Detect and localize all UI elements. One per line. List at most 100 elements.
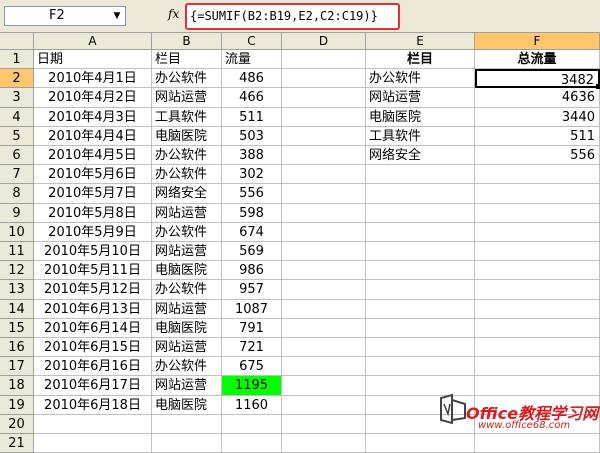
cell-a14[interactable]: 2010年6月13日	[34, 299, 152, 319]
column-header-e[interactable]: E	[366, 33, 475, 50]
cell-a4[interactable]: 2010年4月3日	[34, 107, 152, 127]
cell-b15[interactable]: 电脑医院	[152, 318, 222, 338]
row-header-1[interactable]: 1	[0, 50, 34, 70]
cell-a12[interactable]: 2010年5月11日	[34, 261, 152, 281]
cell-c11[interactable]: 569	[222, 242, 282, 262]
cell-b8[interactable]: 网络安全	[152, 184, 222, 204]
cell-e2[interactable]: 办公软件	[366, 69, 475, 89]
cell-f15[interactable]	[475, 318, 600, 338]
row-header-17[interactable]: 17	[0, 357, 34, 377]
cell-b20[interactable]	[152, 414, 222, 434]
select-all-corner[interactable]	[0, 33, 34, 50]
cell-d19[interactable]	[282, 395, 366, 415]
cell-b6[interactable]: 办公软件	[152, 146, 222, 166]
cell-f7[interactable]	[475, 165, 600, 185]
cell-c15[interactable]: 791	[222, 318, 282, 338]
cell-c14[interactable]: 1087	[222, 299, 282, 319]
cell-b19[interactable]: 电脑医院	[152, 395, 222, 415]
cell-d5[interactable]	[282, 126, 366, 146]
cell-c5[interactable]: 503	[222, 126, 282, 146]
cell-e10[interactable]	[366, 222, 475, 242]
cell-e9[interactable]	[366, 203, 475, 223]
cell-c6[interactable]: 388	[222, 146, 282, 166]
cell-e4[interactable]: 电脑医院	[366, 107, 475, 127]
cell-c8[interactable]: 556	[222, 184, 282, 204]
cell-c18[interactable]: 1195	[222, 376, 282, 396]
cell-d17[interactable]	[282, 357, 366, 377]
cell-b11[interactable]: 网站运营	[152, 242, 222, 262]
cell-e12[interactable]	[366, 261, 475, 281]
cell-f16[interactable]	[475, 338, 600, 358]
row-header-21[interactable]: 21	[0, 434, 34, 453]
cell-c21[interactable]	[222, 434, 282, 453]
cell-a10[interactable]: 2010年5月9日	[34, 222, 152, 242]
cell-d21[interactable]	[282, 434, 366, 453]
cell-f12[interactable]	[475, 261, 600, 281]
cell-a3[interactable]: 2010年4月2日	[34, 88, 152, 108]
cell-c7[interactable]: 302	[222, 165, 282, 185]
cell-d11[interactable]	[282, 242, 366, 262]
cell-c19[interactable]: 1160	[222, 395, 282, 415]
cell-a19[interactable]: 2010年6月18日	[34, 395, 152, 415]
cell-f3[interactable]: 4636	[475, 88, 600, 108]
cell-c9[interactable]: 598	[222, 203, 282, 223]
cell-f1[interactable]: 总流量	[475, 50, 600, 70]
cell-f21[interactable]	[475, 434, 600, 453]
cell-b14[interactable]: 网站运营	[152, 299, 222, 319]
row-header-12[interactable]: 12	[0, 261, 34, 281]
cell-f14[interactable]	[475, 299, 600, 319]
cell-e15[interactable]	[366, 318, 475, 338]
row-header-13[interactable]: 13	[0, 280, 34, 300]
cell-f4[interactable]: 3440	[475, 107, 600, 127]
cell-f10[interactable]	[475, 222, 600, 242]
cell-b12[interactable]: 电脑医院	[152, 261, 222, 281]
cell-a1[interactable]: 日期	[34, 50, 152, 70]
row-header-9[interactable]: 9	[0, 203, 34, 223]
cell-d10[interactable]	[282, 222, 366, 242]
cell-e14[interactable]	[366, 299, 475, 319]
cell-a9[interactable]: 2010年5月8日	[34, 203, 152, 223]
cell-a15[interactable]: 2010年6月14日	[34, 318, 152, 338]
cell-e16[interactable]	[366, 338, 475, 358]
chevron-down-icon[interactable]: ▼	[111, 9, 123, 23]
column-header-a[interactable]: A	[34, 33, 152, 50]
cell-a20[interactable]	[34, 414, 152, 434]
cell-c2[interactable]: 486	[222, 69, 282, 89]
cell-c12[interactable]: 986	[222, 261, 282, 281]
cell-b9[interactable]: 网站运营	[152, 203, 222, 223]
row-header-18[interactable]: 18	[0, 376, 34, 396]
row-header-7[interactable]: 7	[0, 165, 34, 185]
cell-b4[interactable]: 工具软件	[152, 107, 222, 127]
cell-d8[interactable]	[282, 184, 366, 204]
row-header-5[interactable]: 5	[0, 126, 34, 146]
cell-c16[interactable]: 721	[222, 338, 282, 358]
row-header-14[interactable]: 14	[0, 299, 34, 319]
cell-a2[interactable]: 2010年4月1日	[34, 69, 152, 89]
cell-b1[interactable]: 栏目	[152, 50, 222, 70]
cell-f9[interactable]	[475, 203, 600, 223]
cell-b21[interactable]	[152, 434, 222, 453]
row-header-8[interactable]: 8	[0, 184, 34, 204]
row-header-6[interactable]: 6	[0, 146, 34, 166]
row-header-15[interactable]: 15	[0, 318, 34, 338]
cell-f6[interactable]: 556	[475, 146, 600, 166]
cell-b2[interactable]: 办公软件	[152, 69, 222, 89]
cell-a18[interactable]: 2010年6月17日	[34, 376, 152, 396]
cell-e11[interactable]	[366, 242, 475, 262]
cell-b3[interactable]: 网站运营	[152, 88, 222, 108]
formula-input[interactable]: {=SUMIF(B2:B19,E2,C2:C19)}	[185, 3, 400, 30]
cell-d9[interactable]	[282, 203, 366, 223]
cell-e21[interactable]	[366, 434, 475, 453]
cell-c13[interactable]: 957	[222, 280, 282, 300]
cell-b5[interactable]: 电脑医院	[152, 126, 222, 146]
cell-b7[interactable]: 办公软件	[152, 165, 222, 185]
cell-a5[interactable]: 2010年4月4日	[34, 126, 152, 146]
cell-a17[interactable]: 2010年6月16日	[34, 357, 152, 377]
row-header-4[interactable]: 4	[0, 107, 34, 127]
cell-f5[interactable]: 511	[475, 126, 600, 146]
cell-d18[interactable]	[282, 376, 366, 396]
row-header-20[interactable]: 20	[0, 414, 34, 434]
active-cell-f2[interactable]: 3482	[475, 69, 600, 89]
row-header-3[interactable]: 3	[0, 88, 34, 108]
cell-e6[interactable]: 网络安全	[366, 146, 475, 166]
